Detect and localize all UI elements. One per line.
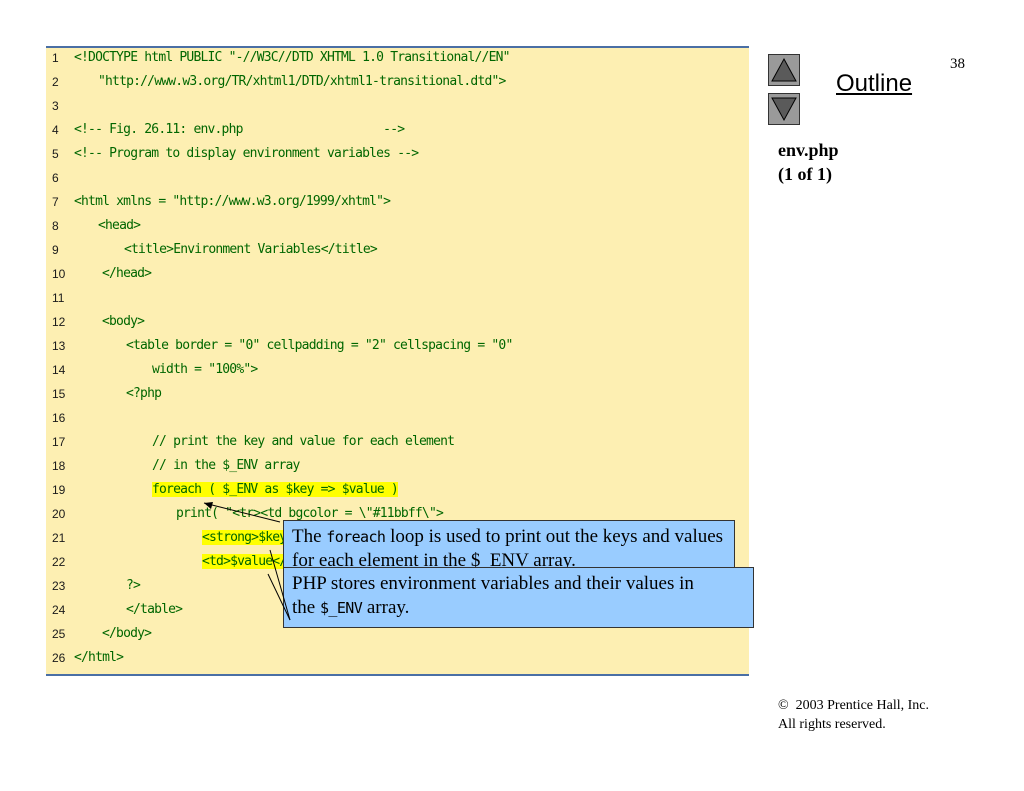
file-name: env.php (778, 140, 839, 160)
foreach-arrowhead (204, 502, 213, 509)
foreach-arrow (203, 502, 281, 523)
next-slide-button[interactable] (768, 93, 800, 125)
copyright-text: 2003 Prentice Hall, Inc. (795, 698, 929, 713)
callout-arrows (203, 502, 291, 621)
outline-link[interactable]: Outline (836, 70, 912, 98)
copyright-line: © 2003 Prentice Hall, Inc. (778, 698, 929, 714)
rights-line: All rights reserved. (778, 717, 886, 732)
copyright-icon: © (778, 698, 789, 713)
triangle-up-icon (771, 57, 797, 82)
page-number: 38 (950, 56, 965, 72)
triangle-down-icon (771, 97, 797, 122)
file-pages: (1 of 1) (778, 164, 832, 184)
previous-slide-button[interactable] (768, 54, 800, 86)
